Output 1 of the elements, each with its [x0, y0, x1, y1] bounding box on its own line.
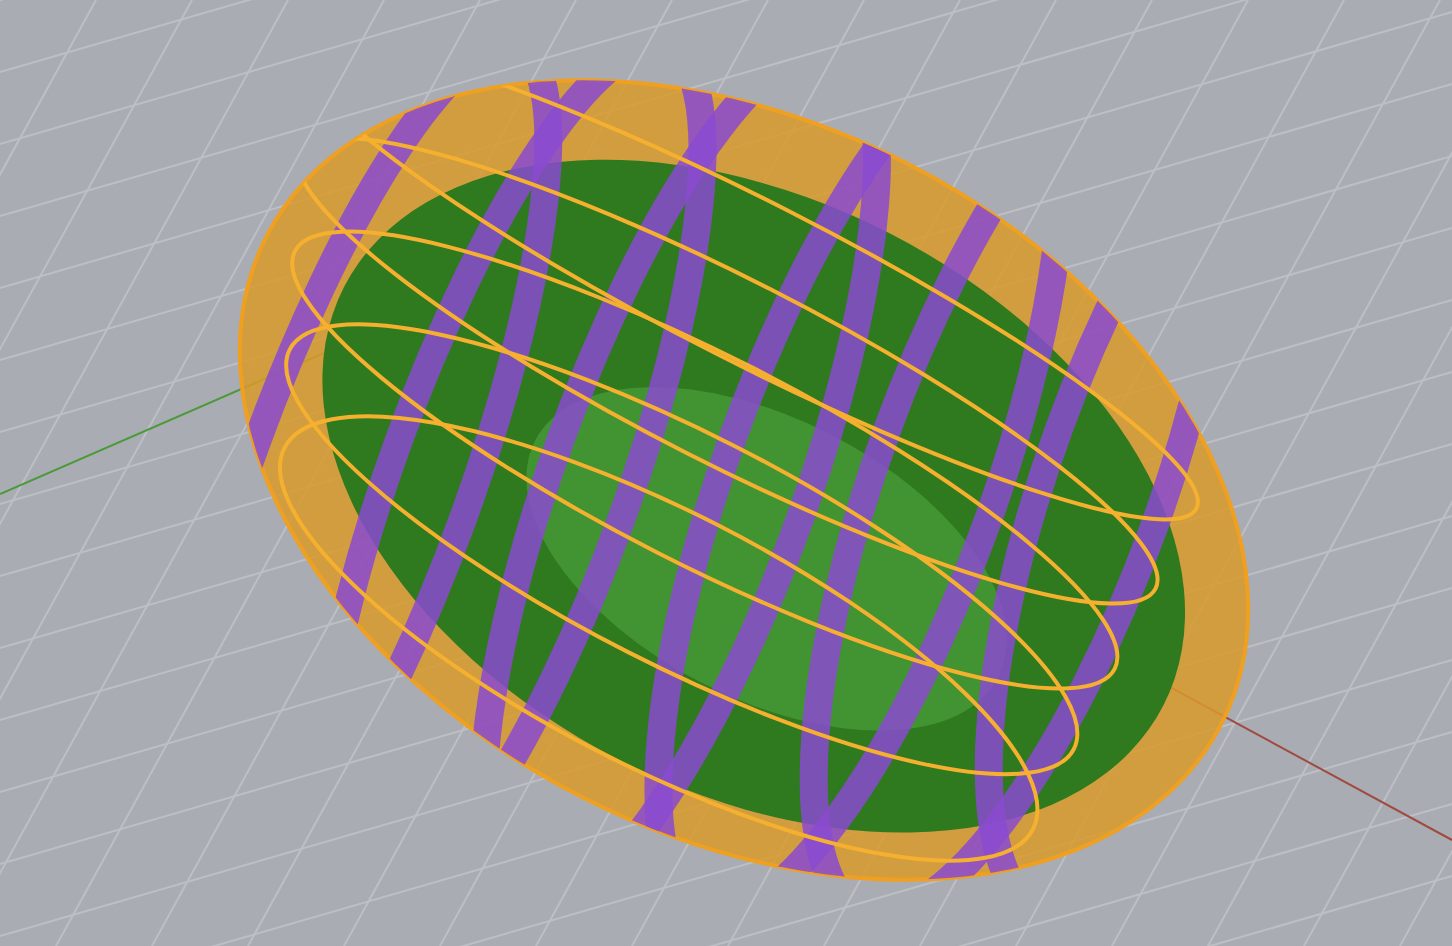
viewport[interactable] [0, 0, 1452, 946]
